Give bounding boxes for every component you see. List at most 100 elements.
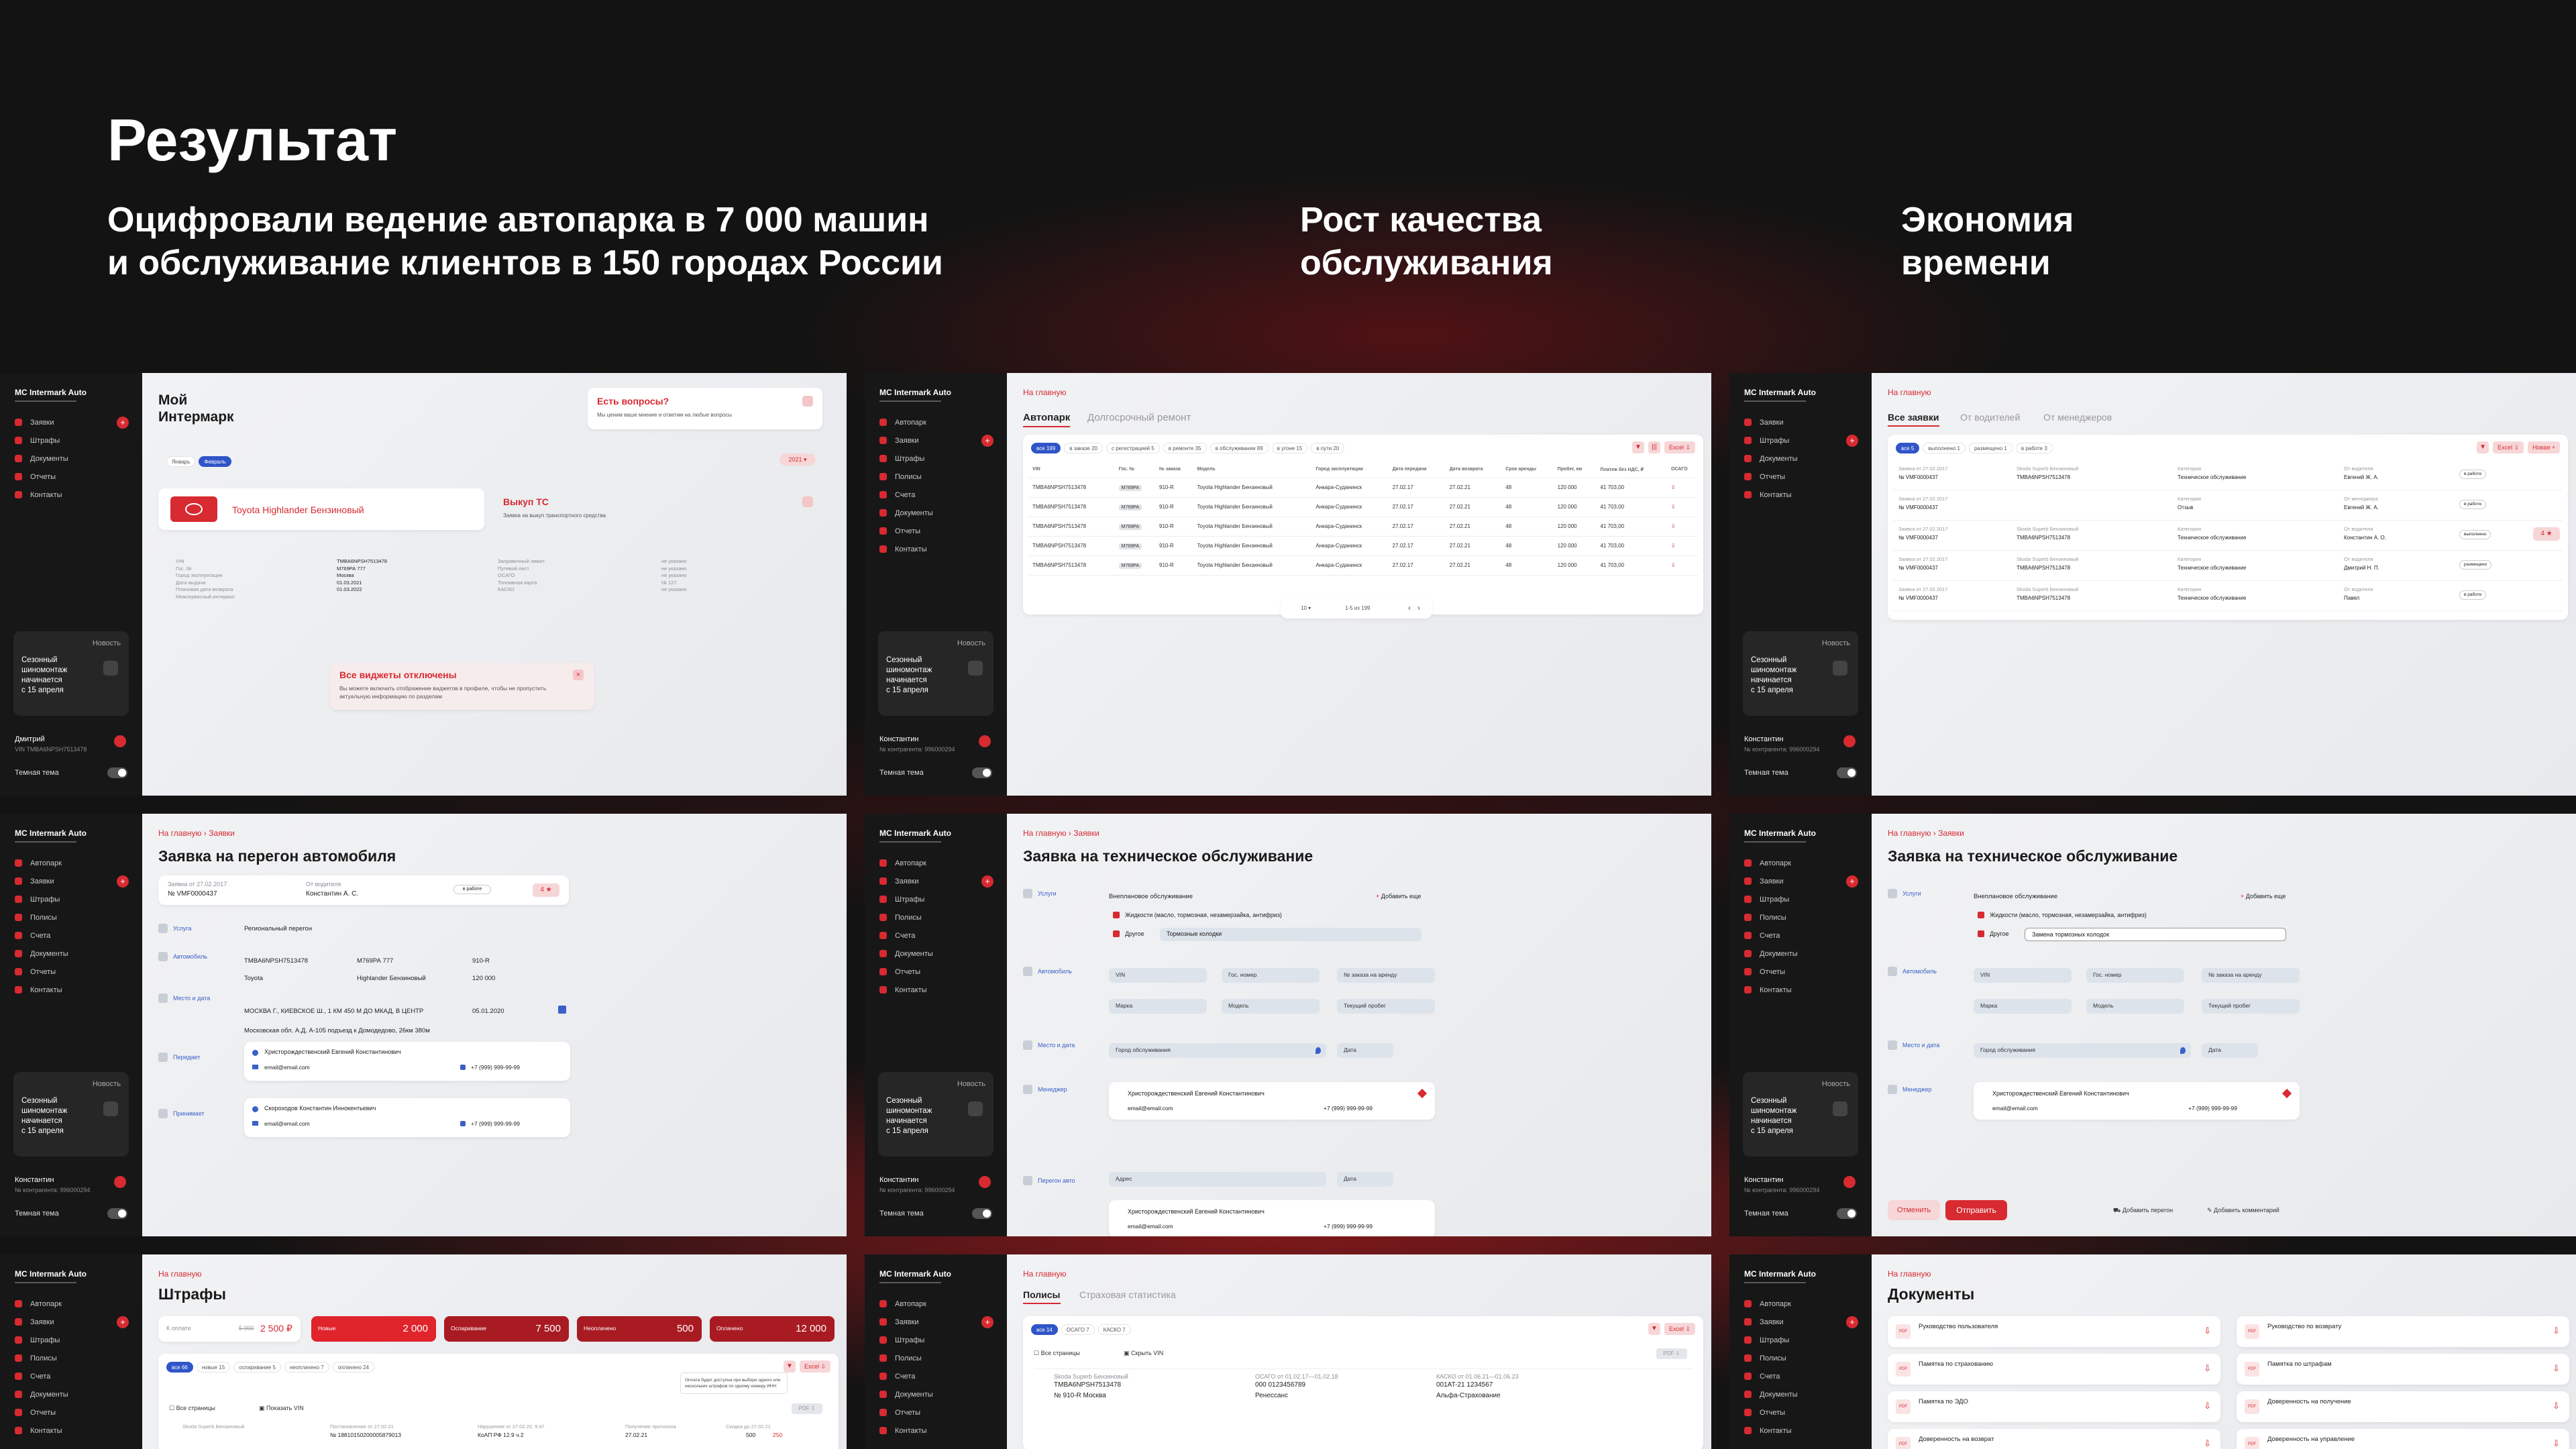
add-icon[interactable]: + bbox=[1846, 875, 1858, 888]
sidebar-item-fines[interactable]: Штрафы bbox=[0, 431, 142, 449]
add-icon[interactable]: + bbox=[981, 434, 994, 447]
column-header[interactable]: Дата передачи bbox=[1388, 462, 1446, 478]
city-input[interactable]: Город обслуживания bbox=[1109, 1043, 1326, 1058]
table-row[interactable]: TMBA6NPSH7513478 М769РА 910-R Toyota Highla… bbox=[1028, 517, 1698, 537]
excel-button[interactable]: Excel ⇩ bbox=[1664, 441, 1695, 453]
download-icon[interactable]: ⇩ bbox=[1667, 517, 1698, 537]
filter-chip[interactable]: неоплачено 7 bbox=[284, 1362, 329, 1373]
logout-icon[interactable] bbox=[979, 1176, 991, 1188]
logout-icon[interactable] bbox=[114, 735, 126, 747]
add-icon[interactable]: + bbox=[117, 1316, 129, 1328]
filter-chip[interactable]: в ремонте 35 bbox=[1163, 443, 1207, 453]
column-header[interactable]: Город эксплуатации bbox=[1311, 462, 1389, 478]
sidebar-item[interactable]: Заявки + bbox=[1729, 872, 1872, 890]
sidebar-item[interactable]: Контакты bbox=[0, 1421, 142, 1440]
breadcrumb[interactable]: На главную bbox=[1888, 388, 1931, 397]
sidebar-item[interactable]: Полисы bbox=[865, 468, 1007, 486]
news-widget[interactable]: Новость Сезонный шиномонтаж начинается с … bbox=[1743, 631, 1858, 716]
address-input[interactable]: Адрес bbox=[1109, 1172, 1326, 1187]
sidebar-item[interactable]: Штрафы bbox=[0, 890, 142, 908]
column-header[interactable]: Пробег, км bbox=[1553, 462, 1597, 478]
sidebar-item[interactable]: Отчеты bbox=[865, 522, 1007, 540]
dark-theme-toggle[interactable] bbox=[107, 767, 127, 778]
fine-status-card[interactable]: Неоплачено 500 bbox=[577, 1316, 702, 1342]
checkbox[interactable] bbox=[1113, 912, 1120, 918]
pdf-button[interactable]: PDF ⇩ bbox=[792, 1403, 822, 1414]
breadcrumb[interactable]: На главную bbox=[158, 1269, 201, 1279]
date-input[interactable]: Дата bbox=[1337, 1172, 1393, 1187]
sidebar-item[interactable]: Автопарк bbox=[865, 413, 1007, 431]
car-field-input[interactable]: VIN bbox=[1109, 968, 1207, 983]
show-vin-toggle[interactable]: ▣ Показать VIN bbox=[259, 1405, 304, 1412]
dark-theme-toggle[interactable] bbox=[107, 1208, 127, 1219]
send-button[interactable]: Отправить bbox=[1945, 1200, 2007, 1220]
column-header[interactable]: Модель bbox=[1193, 462, 1312, 478]
breadcrumb[interactable]: На главную bbox=[1888, 1269, 1931, 1279]
sidebar-item[interactable]: Заявки bbox=[1729, 413, 1872, 431]
news-widget[interactable]: Новость Сезонный шиномонтаж начинается с … bbox=[878, 1072, 994, 1157]
request-row[interactable]: Заявка от 27.02.2017 № VMF0000437 Категори… bbox=[1893, 490, 2563, 521]
service-select[interactable]: Внеплановое обслуживание bbox=[1109, 893, 1193, 900]
pdf-button[interactable]: PDF ⇩ bbox=[1656, 1348, 1687, 1359]
chip-february[interactable]: Февраль bbox=[199, 456, 231, 467]
filter-chip[interactable]: в работе 3 bbox=[2015, 443, 2053, 453]
sidebar-item[interactable]: Штрафы bbox=[1729, 890, 1872, 908]
tab-from-drivers[interactable]: От водителей bbox=[1960, 412, 2020, 423]
sidebar-item[interactable]: Контакты bbox=[1729, 486, 1872, 504]
column-header[interactable]: ОСАГО bbox=[1667, 462, 1698, 478]
tab-from-managers[interactable]: От менеджеров bbox=[2043, 412, 2112, 423]
column-header[interactable]: № заказа bbox=[1155, 462, 1193, 478]
request-row[interactable]: Заявка от 27.02.2017 № VMF0000437 Skoda Su… bbox=[1893, 551, 2563, 581]
sidebar-item[interactable]: Автопарк bbox=[865, 854, 1007, 872]
checkbox[interactable] bbox=[1978, 912, 1984, 918]
sidebar-item[interactable]: Автопарк bbox=[0, 854, 142, 872]
all-pages-checkbox[interactable]: ☐ Все страницы bbox=[169, 1405, 215, 1412]
sidebar-item[interactable]: Полисы bbox=[865, 908, 1007, 926]
sidebar-item[interactable]: Документы bbox=[865, 504, 1007, 522]
sidebar-item[interactable]: Автопарк bbox=[1729, 854, 1872, 872]
sidebar-item[interactable]: Документы bbox=[0, 1385, 142, 1403]
breadcrumb[interactable]: На главную bbox=[1023, 1269, 1066, 1279]
car-card[interactable]: Toyota Highlander Бензиновый bbox=[158, 488, 484, 530]
manager-card[interactable]: Христорождественский Евгений Константино… bbox=[1974, 1082, 2300, 1120]
sidebar-item[interactable]: Документы bbox=[1729, 449, 1872, 468]
sidebar-item[interactable]: Отчеты bbox=[865, 1403, 1007, 1421]
new-request-button[interactable]: Новая + bbox=[2528, 441, 2560, 453]
user-info[interactable]: Дмитрий VIN TMBA6NPSH7513478 bbox=[15, 735, 87, 753]
sidebar-item[interactable]: Штрафы bbox=[1729, 1331, 1872, 1349]
filter-chip[interactable]: ОСАГО 7 bbox=[1061, 1324, 1095, 1335]
sidebar-item[interactable]: Документы bbox=[1729, 1385, 1872, 1403]
filter-chip[interactable]: выполнено 1 bbox=[1923, 443, 1966, 453]
edit-icon[interactable] bbox=[2282, 1088, 2292, 1099]
sidebar-item[interactable]: Документы bbox=[1729, 945, 1872, 963]
other-input[interactable]: Замена тормозных колодок bbox=[2025, 928, 2286, 941]
table-row[interactable]: TMBA6NPSH7513478 М769РА 910-R Toyota Highla… bbox=[1028, 555, 1698, 576]
filter-chip[interactable]: оспаривание 5 bbox=[233, 1362, 281, 1373]
car-field-input[interactable]: Марка bbox=[1109, 999, 1207, 1014]
sidebar-item[interactable]: Отчеты bbox=[865, 963, 1007, 981]
download-icon[interactable]: ⇩ bbox=[2204, 1401, 2211, 1411]
manager-card[interactable]: Христорождественский Евгений Константино… bbox=[1109, 1082, 1435, 1120]
sidebar-item[interactable]: Заявки + bbox=[865, 431, 1007, 449]
download-icon[interactable]: ⇩ bbox=[2204, 1326, 2211, 1336]
document-item[interactable]: PDF Памятка по ЭДО ⇩ bbox=[1888, 1391, 2220, 1422]
sidebar-item[interactable]: Автопарк bbox=[865, 1295, 1007, 1313]
logout-icon[interactable] bbox=[1843, 1176, 1856, 1188]
add-icon[interactable]: + bbox=[117, 875, 129, 888]
add-icon[interactable]: + bbox=[981, 1316, 994, 1328]
news-widget[interactable]: Новость Сезонный шиномонтаж начинается с … bbox=[13, 1072, 129, 1157]
user-info[interactable]: Константин № контрагента: 996000294 bbox=[1744, 1176, 1819, 1193]
sidebar-item[interactable]: Контакты bbox=[865, 540, 1007, 558]
sidebar-item[interactable]: Счета bbox=[1729, 926, 1872, 945]
dark-theme-toggle[interactable] bbox=[1837, 1208, 1857, 1219]
tab-all-requests[interactable]: Все заявки bbox=[1888, 412, 1939, 427]
sidebar-item[interactable]: Заявки + bbox=[0, 872, 142, 890]
policy-row[interactable]: Skoda Superb Бензиновый TMBA6NPSH7513478… bbox=[1034, 1368, 1693, 1406]
column-header[interactable]: Дата возврата bbox=[1445, 462, 1502, 478]
car-field-input[interactable]: Гос. номер bbox=[1222, 968, 1320, 983]
contact-card[interactable]: Скороходов Константин Иннокентьевич email… bbox=[244, 1098, 570, 1137]
add-icon[interactable]: + bbox=[1846, 1316, 1858, 1328]
column-header[interactable]: Платеж без НДС, ₽ bbox=[1596, 462, 1668, 478]
tab-policies[interactable]: Полисы bbox=[1023, 1289, 1061, 1304]
filter-chip[interactable]: все 199 bbox=[1031, 443, 1061, 453]
